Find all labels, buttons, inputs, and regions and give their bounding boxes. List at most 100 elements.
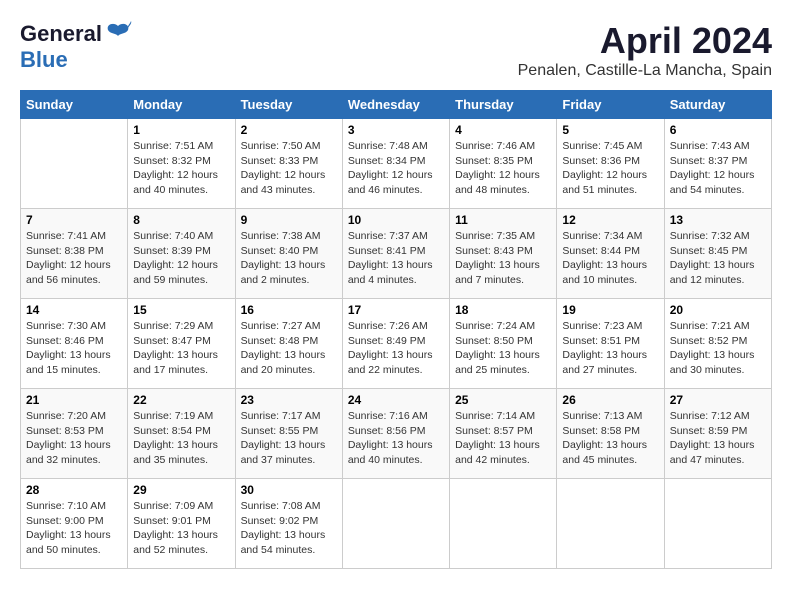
day-number: 17: [348, 303, 444, 317]
table-row: 4 Sunrise: 7:46 AM Sunset: 8:35 PM Daylig…: [450, 119, 557, 209]
day-number: 28: [26, 483, 122, 497]
table-row: [21, 119, 128, 209]
day-info: Sunrise: 7:38 AM Sunset: 8:40 PM Dayligh…: [241, 229, 337, 288]
title-area: April 2024 Penalen, Castille-La Mancha, …: [518, 20, 772, 80]
day-number: 29: [133, 483, 229, 497]
day-info: Sunrise: 7:21 AM Sunset: 8:52 PM Dayligh…: [670, 319, 766, 378]
table-row: 12 Sunrise: 7:34 AM Sunset: 8:44 PM Dayli…: [557, 209, 664, 299]
table-row: 20 Sunrise: 7:21 AM Sunset: 8:52 PM Dayli…: [664, 299, 771, 389]
day-info: Sunrise: 7:23 AM Sunset: 8:51 PM Dayligh…: [562, 319, 658, 378]
day-info: Sunrise: 7:50 AM Sunset: 8:33 PM Dayligh…: [241, 139, 337, 198]
table-row: 2 Sunrise: 7:50 AM Sunset: 8:33 PM Daylig…: [235, 119, 342, 209]
table-row: 15 Sunrise: 7:29 AM Sunset: 8:47 PM Dayli…: [128, 299, 235, 389]
day-info: Sunrise: 7:09 AM Sunset: 9:01 PM Dayligh…: [133, 499, 229, 558]
day-number: 4: [455, 123, 551, 137]
day-info: Sunrise: 7:29 AM Sunset: 8:47 PM Dayligh…: [133, 319, 229, 378]
logo: General Blue: [20, 20, 132, 72]
table-row: 27 Sunrise: 7:12 AM Sunset: 8:59 PM Dayli…: [664, 389, 771, 479]
day-number: 15: [133, 303, 229, 317]
day-info: Sunrise: 7:45 AM Sunset: 8:36 PM Dayligh…: [562, 139, 658, 198]
calendar-week-row: 14Sunrise: 7:30 AM Sunset: 8:46 PM Dayli…: [21, 299, 772, 389]
day-number: 20: [670, 303, 766, 317]
table-row: 11 Sunrise: 7:35 AM Sunset: 8:43 PM Dayli…: [450, 209, 557, 299]
table-row: 28 Sunrise: 7:10 AM Sunset: 9:00 PM Dayli…: [21, 479, 128, 569]
day-info: Sunrise: 7:40 AM Sunset: 8:39 PM Dayligh…: [133, 229, 229, 288]
calendar-week-row: 21Sunrise: 7:20 AM Sunset: 8:53 PM Dayli…: [21, 389, 772, 479]
day-info: Sunrise: 7:16 AM Sunset: 8:56 PM Dayligh…: [348, 409, 444, 468]
table-row: 21Sunrise: 7:20 AM Sunset: 8:53 PM Dayli…: [21, 389, 128, 479]
table-row: [342, 479, 449, 569]
table-row: 6Sunrise: 7:43 AM Sunset: 8:37 PM Daylig…: [664, 119, 771, 209]
calendar-header-row: Sunday Monday Tuesday Wednesday Thursday…: [21, 91, 772, 119]
day-info: Sunrise: 7:19 AM Sunset: 8:54 PM Dayligh…: [133, 409, 229, 468]
day-number: 6: [670, 123, 766, 137]
day-number: 8: [133, 213, 229, 227]
table-row: 26Sunrise: 7:13 AM Sunset: 8:58 PM Dayli…: [557, 389, 664, 479]
col-friday: Friday: [557, 91, 664, 119]
day-info: Sunrise: 7:34 AM Sunset: 8:44 PM Dayligh…: [562, 229, 658, 288]
table-row: 22 Sunrise: 7:19 AM Sunset: 8:54 PM Dayli…: [128, 389, 235, 479]
day-info: Sunrise: 7:24 AM Sunset: 8:50 PM Dayligh…: [455, 319, 551, 378]
day-info: Sunrise: 7:13 AM Sunset: 8:58 PM Dayligh…: [562, 409, 658, 468]
day-number: 27: [670, 393, 766, 407]
day-number: 25: [455, 393, 551, 407]
day-number: 23: [241, 393, 337, 407]
table-row: 14Sunrise: 7:30 AM Sunset: 8:46 PM Dayli…: [21, 299, 128, 389]
day-number: 9: [241, 213, 337, 227]
day-number: 16: [241, 303, 337, 317]
col-sunday: Sunday: [21, 91, 128, 119]
day-info: Sunrise: 7:32 AM Sunset: 8:45 PM Dayligh…: [670, 229, 766, 288]
table-row: 1Sunrise: 7:51 AM Sunset: 8:32 PM Daylig…: [128, 119, 235, 209]
day-number: 2: [241, 123, 337, 137]
month-title: April 2024: [518, 20, 772, 62]
day-info: Sunrise: 7:30 AM Sunset: 8:46 PM Dayligh…: [26, 319, 122, 378]
col-tuesday: Tuesday: [235, 91, 342, 119]
day-number: 5: [562, 123, 658, 137]
table-row: 18Sunrise: 7:24 AM Sunset: 8:50 PM Dayli…: [450, 299, 557, 389]
day-number: 3: [348, 123, 444, 137]
day-info: Sunrise: 7:17 AM Sunset: 8:55 PM Dayligh…: [241, 409, 337, 468]
day-info: Sunrise: 7:46 AM Sunset: 8:35 PM Dayligh…: [455, 139, 551, 198]
col-thursday: Thursday: [450, 91, 557, 119]
table-row: 7 Sunrise: 7:41 AM Sunset: 8:38 PM Daylig…: [21, 209, 128, 299]
calendar-week-row: 28 Sunrise: 7:10 AM Sunset: 9:00 PM Dayli…: [21, 479, 772, 569]
day-number: 1: [133, 123, 229, 137]
table-row: 10 Sunrise: 7:37 AM Sunset: 8:41 PM Dayli…: [342, 209, 449, 299]
col-wednesday: Wednesday: [342, 91, 449, 119]
table-row: 16 Sunrise: 7:27 AM Sunset: 8:48 PM Dayli…: [235, 299, 342, 389]
table-row: [557, 479, 664, 569]
day-info: Sunrise: 7:41 AM Sunset: 8:38 PM Dayligh…: [26, 229, 122, 288]
day-info: Sunrise: 7:08 AM Sunset: 9:02 PM Dayligh…: [241, 499, 337, 558]
table-row: 17Sunrise: 7:26 AM Sunset: 8:49 PM Dayli…: [342, 299, 449, 389]
day-info: Sunrise: 7:37 AM Sunset: 8:41 PM Dayligh…: [348, 229, 444, 288]
day-info: Sunrise: 7:12 AM Sunset: 8:59 PM Dayligh…: [670, 409, 766, 468]
day-info: Sunrise: 7:48 AM Sunset: 8:34 PM Dayligh…: [348, 139, 444, 198]
table-row: [450, 479, 557, 569]
day-number: 24: [348, 393, 444, 407]
day-number: 11: [455, 213, 551, 227]
table-row: 23 Sunrise: 7:17 AM Sunset: 8:55 PM Dayli…: [235, 389, 342, 479]
day-number: 7: [26, 213, 122, 227]
day-info: Sunrise: 7:10 AM Sunset: 9:00 PM Dayligh…: [26, 499, 122, 558]
logo-blue: Blue: [20, 48, 68, 72]
table-row: 3 Sunrise: 7:48 AM Sunset: 8:34 PM Daylig…: [342, 119, 449, 209]
day-info: Sunrise: 7:20 AM Sunset: 8:53 PM Dayligh…: [26, 409, 122, 468]
day-info: Sunrise: 7:35 AM Sunset: 8:43 PM Dayligh…: [455, 229, 551, 288]
table-row: 25Sunrise: 7:14 AM Sunset: 8:57 PM Dayli…: [450, 389, 557, 479]
page-header: General Blue April 2024 Penalen, Castill…: [20, 20, 772, 80]
day-number: 13: [670, 213, 766, 227]
table-row: [664, 479, 771, 569]
day-number: 22: [133, 393, 229, 407]
day-info: Sunrise: 7:27 AM Sunset: 8:48 PM Dayligh…: [241, 319, 337, 378]
calendar-week-row: 7 Sunrise: 7:41 AM Sunset: 8:38 PM Daylig…: [21, 209, 772, 299]
day-number: 12: [562, 213, 658, 227]
col-monday: Monday: [128, 91, 235, 119]
calendar-table: Sunday Monday Tuesday Wednesday Thursday…: [20, 90, 772, 569]
day-number: 10: [348, 213, 444, 227]
table-row: 13 Sunrise: 7:32 AM Sunset: 8:45 PM Dayli…: [664, 209, 771, 299]
table-row: 19 Sunrise: 7:23 AM Sunset: 8:51 PM Dayli…: [557, 299, 664, 389]
col-saturday: Saturday: [664, 91, 771, 119]
day-number: 19: [562, 303, 658, 317]
location-title: Penalen, Castille-La Mancha, Spain: [518, 62, 772, 80]
calendar-week-row: 1Sunrise: 7:51 AM Sunset: 8:32 PM Daylig…: [21, 119, 772, 209]
